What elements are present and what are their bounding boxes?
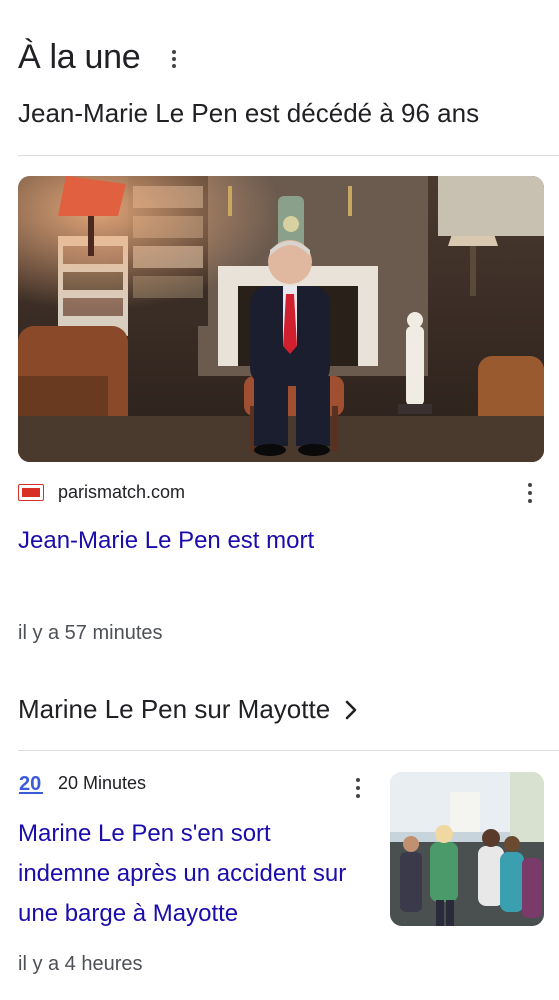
divider [18, 155, 559, 156]
topic-label: Marine Le Pen sur Mayotte [18, 694, 331, 724]
news-title-link[interactable]: Marine Le Pen s'en sort indemne après un… [18, 814, 358, 934]
more-vert-icon[interactable] [348, 778, 368, 798]
more-vert-icon[interactable] [164, 49, 184, 68]
twenty-minutes-logo-icon: 20 [18, 770, 44, 796]
top-story-image[interactable] [18, 176, 544, 462]
news-thumbnail[interactable] [390, 772, 544, 926]
chevron-right-icon [345, 700, 357, 719]
section-header: À la une [18, 38, 184, 77]
topic-link[interactable]: Marine Le Pen sur Mayotte [18, 694, 358, 725]
news-card: 20 20 Minutes Marine Le Pen s'en sort in… [18, 770, 544, 930]
source-row: 20 20 Minutes [18, 770, 146, 796]
source-name[interactable]: parismatch.com [58, 482, 185, 503]
divider [18, 750, 559, 751]
top-story-source-row: parismatch.com [18, 482, 540, 503]
more-vert-icon[interactable] [520, 482, 540, 503]
top-story-time: il y a 57 minutes [18, 622, 163, 644]
top-story-title-link[interactable]: Jean-Marie Le Pen est mort [18, 527, 314, 555]
top-story-headline[interactable]: Jean-Marie Le Pen est décédé à 96 ans [18, 98, 479, 129]
source-name[interactable]: 20 Minutes [58, 773, 146, 794]
parismatch-logo-icon [18, 484, 44, 501]
news-time: il y a 4 heures [18, 953, 143, 975]
svg-text:20: 20 [19, 773, 41, 795]
section-title: À la une [18, 38, 141, 76]
